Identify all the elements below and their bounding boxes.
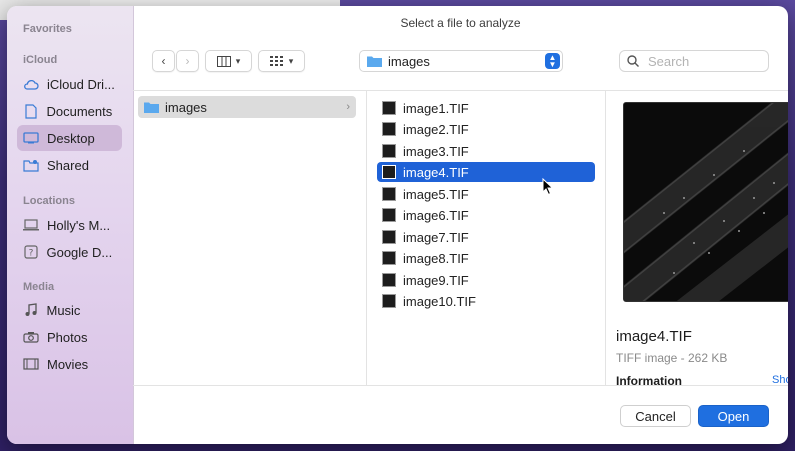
search-field[interactable] (619, 50, 769, 72)
open-file-dialog: Favorites iCloud iCloud Dri... Documents… (7, 6, 788, 444)
image-preview (623, 102, 788, 302)
desktop-icon (23, 130, 39, 146)
browser-column-1: images › (133, 91, 367, 385)
dialog-title: Select a file to analyze (400, 16, 521, 30)
sidebar-section-locations: Locations (23, 195, 75, 207)
forward-button[interactable]: › (176, 50, 199, 72)
file-row[interactable]: image9.TIF (377, 270, 595, 290)
preview-file-name: image4.TIF (616, 328, 692, 345)
sidebar-item-label: Google D... (46, 244, 113, 260)
file-name: image3.TIF (403, 143, 469, 159)
sidebar-item-label: Documents (46, 103, 113, 119)
preview-file-kind: TIFF image - 262 KB (616, 351, 728, 365)
sidebar-item-documents[interactable]: Documents (17, 98, 122, 124)
footer-divider (133, 385, 788, 386)
file-row[interactable]: image3.TIF (377, 141, 595, 161)
tiff-file-icon (382, 144, 396, 158)
tiff-file-icon (382, 165, 396, 179)
sidebar-section-media: Media (23, 281, 55, 293)
file-row[interactable]: image7.TIF (377, 227, 595, 247)
file-name: image7.TIF (403, 229, 469, 245)
sidebar-item-label: Movies (47, 356, 89, 372)
camera-icon (23, 329, 39, 345)
sidebar-item-label: Shared (47, 157, 89, 173)
tiff-file-icon (382, 101, 396, 115)
file-row[interactable]: image6.TIF (377, 205, 595, 225)
music-icon (23, 302, 38, 318)
laptop-icon (23, 217, 39, 233)
tiff-file-icon (382, 273, 396, 287)
sidebar-item-label: Desktop (47, 130, 95, 146)
chevron-left-icon: ‹ (161, 54, 166, 68)
tiff-file-icon (382, 230, 396, 244)
chevron-down-icon: ▾ (288, 55, 294, 66)
file-row-selected[interactable]: image4.TIF (377, 162, 595, 182)
sidebar-item-hollys-mac[interactable]: Holly's M... (17, 212, 122, 238)
chevron-right-icon: › (346, 101, 350, 113)
sidebar-section-favorites: Favorites (23, 23, 72, 35)
search-input[interactable] (646, 52, 760, 70)
sidebar-item-music[interactable]: Music (17, 297, 122, 323)
sidebar-section-icloud: iCloud (23, 54, 58, 66)
grid-icon (269, 55, 283, 66)
file-name: image2.TIF (403, 121, 469, 137)
preview-column: image4.TIF TIFF image - 262 KB Informati… (606, 91, 788, 385)
group-by-button[interactable]: ▾ (258, 50, 305, 72)
sidebar-item-label: iCloud Dri... (47, 76, 115, 92)
tiff-file-icon (382, 122, 396, 136)
columns-view-icon (216, 55, 231, 67)
path-popup[interactable]: images ▲ ▼ (359, 50, 563, 72)
back-button[interactable]: ‹ (152, 50, 175, 72)
tiff-file-icon (382, 251, 396, 265)
sidebar-item-google-drive[interactable]: ? Google D... (17, 239, 122, 265)
file-row[interactable]: image5.TIF (377, 184, 595, 204)
sidebar-item-label: Music (46, 302, 81, 318)
file-name: image9.TIF (403, 272, 469, 288)
file-row[interactable]: image2.TIF (377, 119, 595, 139)
sidebar-item-shared[interactable]: Shared (17, 152, 122, 178)
file-name: image10.TIF (403, 293, 476, 309)
up-down-chevron-icon: ▲ ▼ (545, 53, 560, 69)
sidebar-item-desktop[interactable]: Desktop (17, 125, 122, 151)
chevron-right-icon: › (185, 54, 190, 68)
document-icon (23, 103, 38, 119)
file-row[interactable]: image10.TIF (377, 291, 595, 311)
sidebar-item-movies[interactable]: Movies (17, 351, 122, 377)
cloud-icon (23, 76, 39, 92)
sidebar-item-photos[interactable]: Photos (17, 324, 122, 350)
folder-label: images (165, 99, 207, 115)
sidebar-item-label: Photos (47, 329, 88, 345)
film-icon (23, 356, 39, 372)
svg-text:?: ? (28, 249, 33, 259)
tiff-file-icon (382, 187, 396, 201)
folder-row-images[interactable]: images › (138, 96, 356, 118)
file-name: image5.TIF (403, 186, 469, 202)
cancel-button[interactable]: Cancel (620, 405, 691, 427)
file-name: image8.TIF (403, 250, 469, 266)
file-name: image4.TIF (403, 164, 469, 180)
browser-column-2: image1.TIF image2.TIF image3.TIF image4.… (367, 91, 606, 385)
file-name: image6.TIF (403, 207, 469, 223)
path-label: images (388, 53, 430, 69)
sidebar: Favorites iCloud iCloud Dri... Documents… (7, 6, 134, 444)
sidebar-item-icloud-drive[interactable]: iCloud Dri... (17, 71, 122, 97)
mouse-cursor-icon (542, 178, 554, 196)
preview-information-header: Information (616, 374, 682, 385)
open-button[interactable]: Open (698, 405, 769, 427)
drive-icon: ? (23, 244, 38, 260)
search-icon (627, 55, 639, 67)
shared-folder-icon (23, 157, 39, 173)
file-row[interactable]: image8.TIF (377, 248, 595, 268)
show-more-link[interactable]: Sho (772, 374, 788, 385)
view-mode-button[interactable]: ▾ (205, 50, 252, 72)
file-row[interactable]: image1.TIF (377, 98, 595, 118)
sidebar-item-label: Holly's M... (47, 217, 111, 233)
tiff-file-icon (382, 208, 396, 222)
folder-icon (144, 102, 159, 113)
chevron-down-icon: ▾ (235, 55, 241, 66)
file-name: image1.TIF (403, 100, 469, 116)
tiff-file-icon (382, 294, 396, 308)
folder-icon (367, 56, 382, 67)
